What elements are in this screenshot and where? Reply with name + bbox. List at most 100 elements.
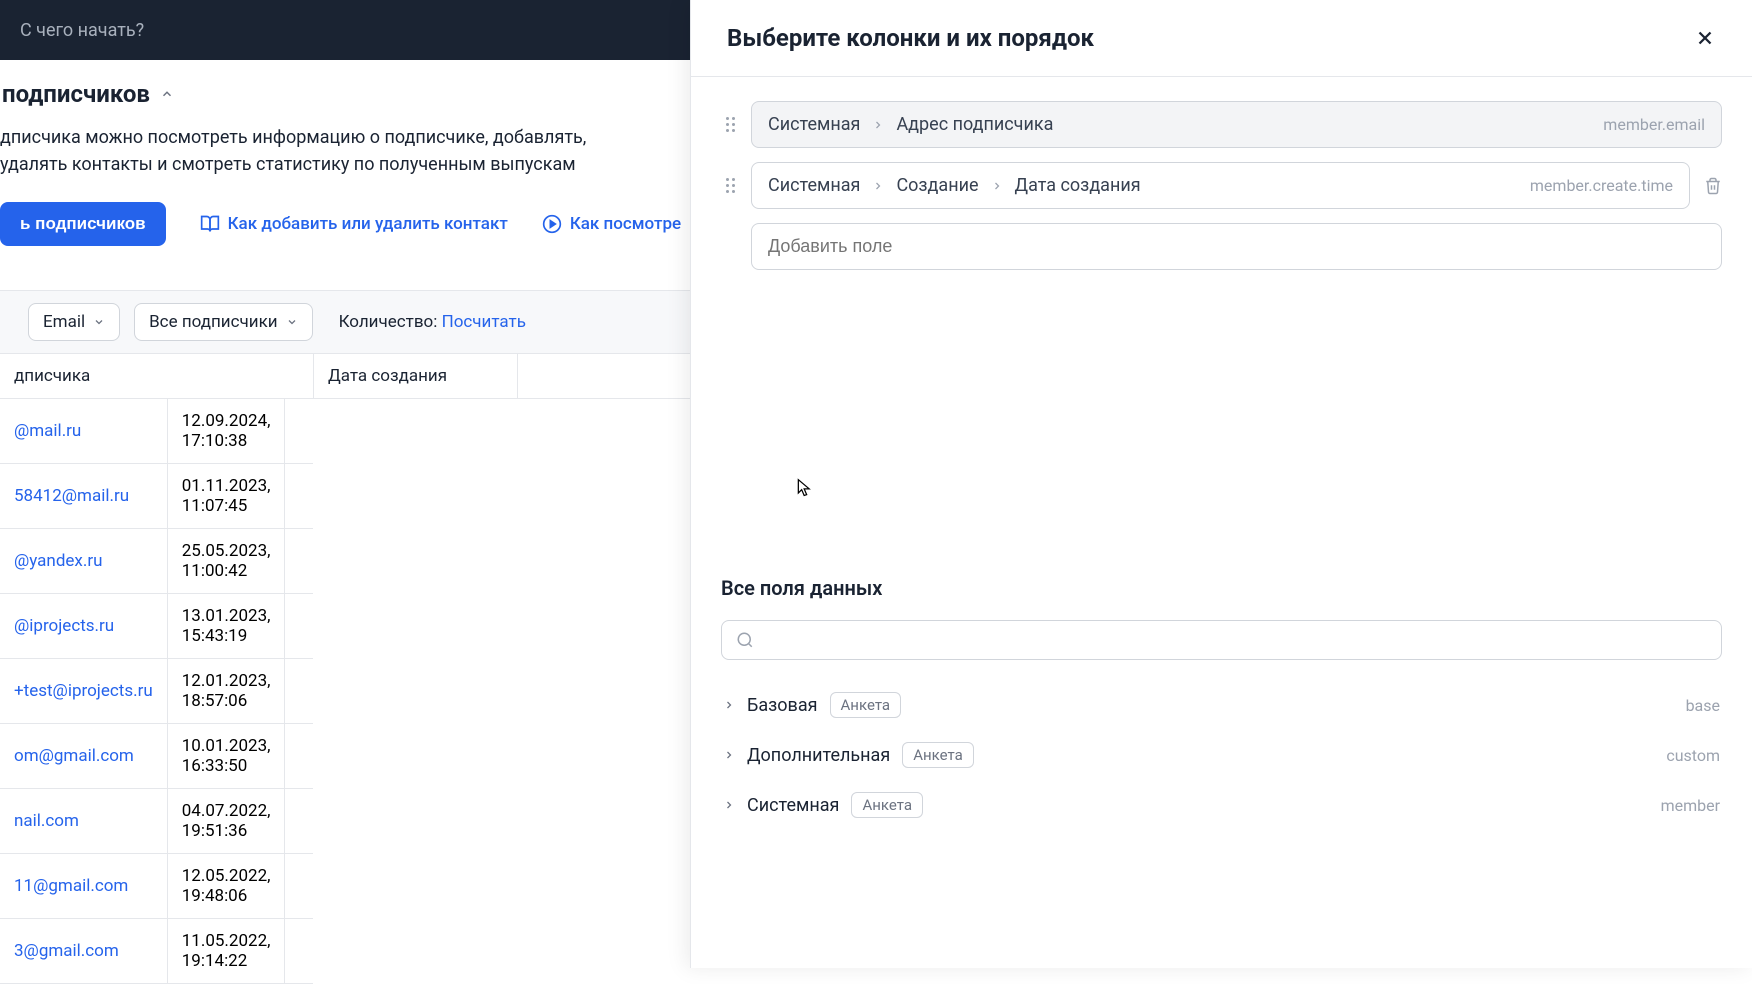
field-group[interactable]: Базовая Анкета base [721,680,1722,730]
crumb: Системная [768,114,860,135]
crumb: Создание [896,175,978,196]
column-key: member.create.time [1530,176,1673,195]
search-icon [736,631,754,649]
cell-date: 12.01.2023, 18:57:06 [167,659,285,724]
table-header: дписчика Дата создания [0,354,690,399]
help-label[interactable]: С чего начать? [20,20,144,41]
field-group-key: base [1686,696,1720,715]
cell-email: nail.com [0,789,167,854]
chevron-right-icon [872,180,884,192]
panel-header: Выберите колонки и их порядок [691,0,1752,77]
cell-empty [285,464,314,529]
chevron-right-icon [991,180,1003,192]
cell-empty [285,919,314,984]
all-fields-title: Все поля данных [721,576,1722,600]
filter-email[interactable]: Email [28,303,120,341]
column-item: Системная Адрес подписчика member.email [721,101,1722,148]
table-row: 3@gmail.com 11.05.2022, 19:14:22 [0,919,313,984]
cell-empty [285,789,314,854]
email-link[interactable]: 11@gmail.com [14,876,128,896]
chevron-down-icon [286,316,298,328]
table-row: 58412@mail.ru 01.11.2023, 11:07:45 [0,464,313,529]
filter-subscribers[interactable]: Все подписчики [134,303,312,341]
cell-date: 12.09.2024, 17:10:38 [167,399,285,464]
email-link[interactable]: 3@gmail.com [14,941,119,961]
book-icon [200,214,220,234]
cell-date: 11.05.2022, 19:14:22 [167,919,285,984]
field-group-name: Системная [747,795,839,816]
chevron-right-icon [723,799,735,811]
fields-search-box[interactable] [721,620,1722,660]
cell-empty [285,659,314,724]
email-link[interactable]: nail.com [14,811,79,831]
cell-empty [285,854,314,919]
field-group[interactable]: Дополнительная Анкета custom [721,730,1722,780]
email-link[interactable]: +test@iprojects.ru [14,681,153,701]
table-row: +test@iprojects.ru 12.01.2023, 18:57:06 [0,659,313,724]
play-icon [542,214,562,234]
action-row: ь подписчиков Как добавить или удалить к… [0,202,690,246]
column-box[interactable]: Системная Адрес подписчика member.email [751,101,1722,148]
cell-empty [285,399,314,464]
top-bar: С чего начать? [0,0,690,60]
field-group[interactable]: Системная Анкета member [721,780,1722,830]
email-link[interactable]: @iprojects.ru [14,616,114,636]
email-link[interactable]: @yandex.ru [14,551,102,571]
th-date: Дата создания [313,354,517,399]
column-box[interactable]: Системная Создание Дата создания member.cr… [751,162,1690,209]
chevron-right-icon [723,749,735,761]
chevron-right-icon [872,119,884,131]
cell-date: 12.05.2022, 19:48:06 [167,854,285,919]
cell-empty [285,529,314,594]
drag-handle-icon[interactable] [721,117,739,132]
table-row: om@gmail.com 10.01.2023, 16:33:50 [0,724,313,789]
add-field-input[interactable] [751,223,1722,270]
cell-email: @yandex.ru [0,529,167,594]
th-email: дписчика [0,354,313,399]
cell-email: @iprojects.ru [0,594,167,659]
table-row: @yandex.ru 25.05.2023, 11:00:42 [0,529,313,594]
cell-date: 04.07.2022, 19:51:36 [167,789,285,854]
primary-action-button[interactable]: ь подписчиков [0,202,166,246]
main-content: подписчиков дписчика можно посмотреть ин… [0,60,690,984]
field-group-badge: Анкета [830,692,902,718]
field-group-key: custom [1666,746,1720,765]
filter-bar: Email Все подписчики Количество: Посчита… [0,290,690,354]
table-row: nail.com 04.07.2022, 19:51:36 [0,789,313,854]
chevron-up-icon[interactable] [160,87,174,101]
drag-handle-icon[interactable] [721,178,739,193]
field-group-badge: Анкета [902,742,974,768]
count-link[interactable]: Посчитать [442,312,526,332]
column-item: Системная Создание Дата создания member.cr… [721,162,1722,209]
column-key: member.email [1603,115,1705,134]
email-link[interactable]: om@gmail.com [14,746,134,766]
column-breadcrumb: Системная Создание Дата создания [768,175,1141,196]
column-breadcrumb: Системная Адрес подписчика [768,114,1053,135]
crumb: Системная [768,175,860,196]
help-link-contact[interactable]: Как добавить или удалить контакт [200,214,508,234]
trash-icon[interactable] [1704,177,1722,195]
panel-body: Системная Адрес подписчика member.email С… [691,77,1752,968]
page-description: дписчика можно посмотреть информацию о п… [0,124,690,178]
cell-date: 10.01.2023, 16:33:50 [167,724,285,789]
count-label: Количество: Посчитать [339,312,526,332]
field-group-badge: Анкета [851,792,923,818]
field-group-name: Базовая [747,695,818,716]
cell-email: @mail.ru [0,399,167,464]
cell-email: +test@iprojects.ru [0,659,167,724]
th-empty [517,354,690,399]
chevron-down-icon [93,316,105,328]
close-icon[interactable] [1694,27,1716,49]
email-link[interactable]: @mail.ru [14,421,81,441]
cell-email: 58412@mail.ru [0,464,167,529]
cell-email: 3@gmail.com [0,919,167,984]
crumb: Адрес подписчика [896,114,1053,135]
cell-email: om@gmail.com [0,724,167,789]
subscribers-table: дписчика Дата создания @mail.ru 12.09.20… [0,354,690,984]
email-link[interactable]: 58412@mail.ru [14,486,129,506]
chevron-right-icon [723,699,735,711]
help-link-view[interactable]: Как посмотре [542,214,681,234]
field-group-name: Дополнительная [747,745,890,766]
all-fields-section: Все поля данных Базовая Анкета base Допо… [721,576,1722,830]
crumb: Дата создания [1015,175,1141,196]
